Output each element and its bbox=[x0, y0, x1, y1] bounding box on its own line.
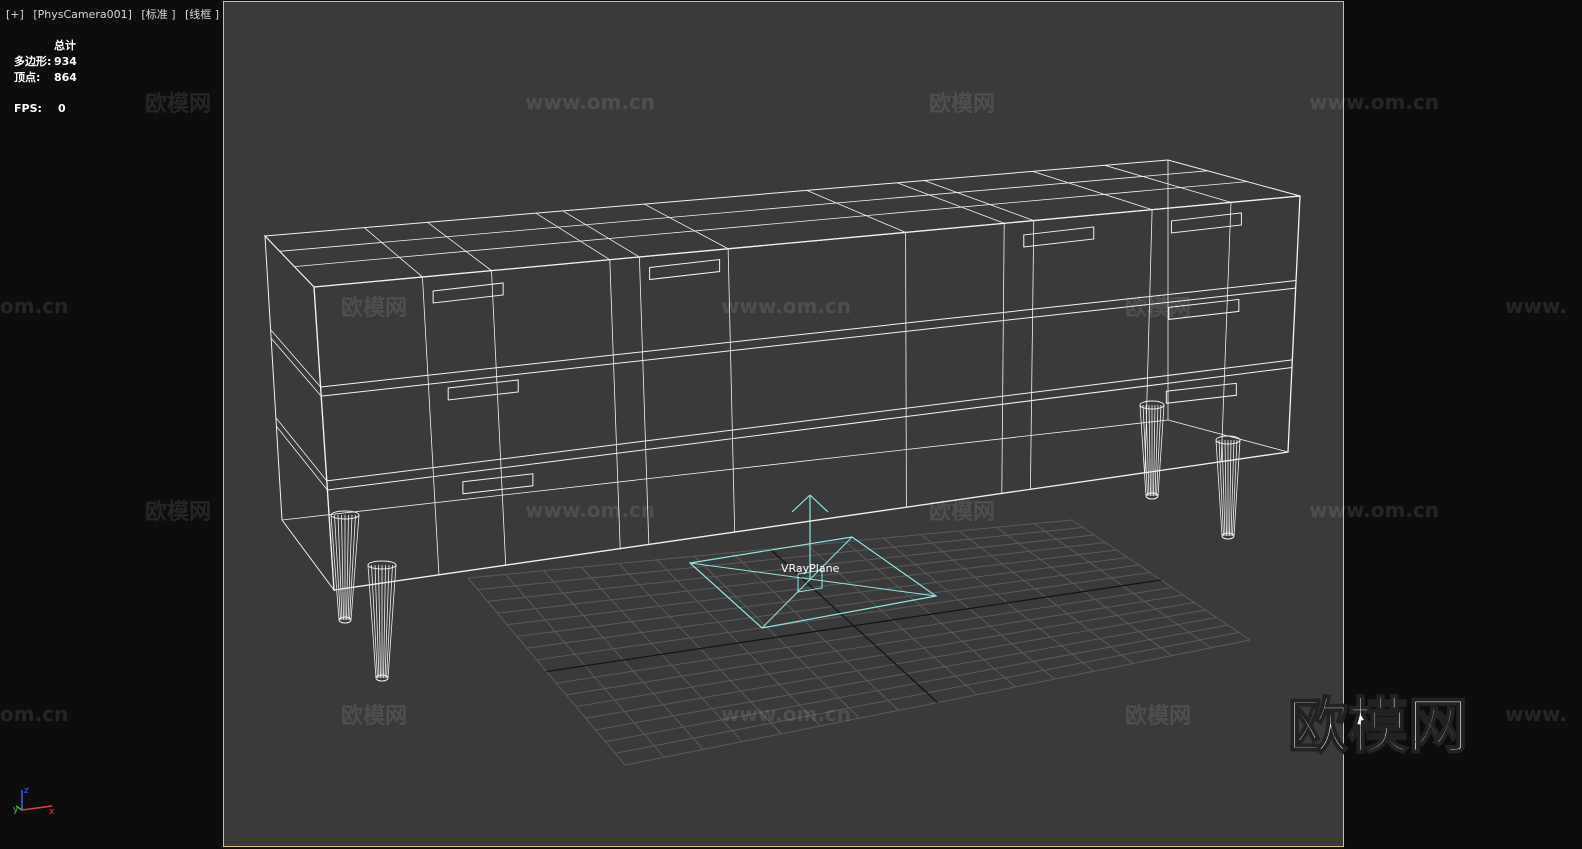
watermark-url: www.om.cn bbox=[1309, 90, 1440, 114]
cabinet-top-division bbox=[427, 222, 492, 271]
polygons-label: 多边形: bbox=[14, 55, 52, 68]
watermark-url: www.om.cn bbox=[1309, 498, 1440, 522]
watermark-url: www.om.cn bbox=[525, 90, 656, 114]
stats-polygons-row: 多边形: 934 bbox=[14, 54, 77, 70]
axis-y-label: y bbox=[13, 805, 19, 815]
brand-logo-watermark: 欧模网 bbox=[1287, 691, 1469, 763]
grid-axis-line bbox=[546, 579, 1162, 673]
vrayplane-normal-arrow bbox=[809, 494, 829, 513]
cabinet-front-division bbox=[491, 270, 507, 566]
cabinet-leg bbox=[330, 510, 360, 624]
drawer-band-side bbox=[276, 426, 328, 491]
cabinet-leg bbox=[367, 560, 397, 682]
fps-label: FPS: bbox=[14, 102, 42, 115]
cabinet-leg bbox=[1215, 435, 1241, 540]
drawer-handle bbox=[447, 379, 519, 401]
vertices-value: 864 bbox=[54, 71, 77, 84]
axis-tripod-icon: x z y bbox=[13, 786, 55, 817]
axis-z-label: z bbox=[24, 786, 29, 796]
cabinet-top-division bbox=[644, 203, 729, 250]
drawer-band-side bbox=[270, 337, 322, 397]
watermark-url-partial: om.cn bbox=[0, 294, 69, 318]
cabinet-front-division bbox=[727, 248, 736, 533]
cabinet-left-face bbox=[264, 234, 335, 592]
watermark-brand: 欧模网 bbox=[1125, 704, 1192, 729]
vrayplane-normal-arrow bbox=[791, 494, 811, 513]
door-handle bbox=[649, 258, 721, 281]
cabinet-top-division bbox=[562, 210, 640, 258]
cabinet-front-face bbox=[313, 195, 1301, 591]
watermark-url-partial: www. bbox=[1505, 294, 1567, 318]
cabinet-front-division bbox=[905, 232, 907, 508]
watermark-url: www.om.cn bbox=[721, 702, 852, 726]
cabinet-leg bbox=[1139, 400, 1165, 500]
vertices-label: 顶点: bbox=[14, 71, 41, 84]
cabinet-top-division bbox=[924, 180, 1034, 221]
cabinet-front-division bbox=[422, 276, 440, 575]
cabinet-top-division bbox=[535, 212, 611, 261]
top-surface-line bbox=[294, 181, 1248, 267]
viewport-general-menu[interactable]: [+] bbox=[6, 8, 24, 21]
object-label-vrayplane[interactable]: VRayPlane bbox=[781, 562, 839, 575]
drawer-band bbox=[326, 359, 1293, 482]
watermark-url-partial: www. bbox=[1505, 702, 1567, 726]
door-handle bbox=[1023, 226, 1095, 248]
watermark-brand: 欧模网 bbox=[1125, 296, 1192, 321]
drawer-handle bbox=[462, 473, 534, 495]
axis-x-label: x bbox=[49, 807, 55, 817]
stats-fps-row: FPS: 0 bbox=[14, 101, 77, 117]
watermark-url: www.om.cn bbox=[525, 498, 656, 522]
watermark-brand: 欧模网 bbox=[341, 296, 408, 321]
cabinet-front-division bbox=[1144, 209, 1153, 473]
watermark-brand: 欧模网 bbox=[145, 92, 212, 117]
drawer-handle bbox=[1170, 212, 1242, 234]
watermark-brand: 欧模网 bbox=[145, 500, 212, 525]
polygons-value: 934 bbox=[54, 55, 77, 68]
drawer-handle bbox=[1165, 382, 1237, 404]
viewport-display-mode-menu[interactable]: [线框 ] bbox=[185, 8, 219, 21]
watermark-brand: 欧模网 bbox=[929, 500, 996, 525]
drawer-band bbox=[327, 367, 1293, 491]
watermark-brand: 欧模网 bbox=[929, 92, 996, 117]
cabinet-front-division bbox=[1220, 202, 1232, 462]
fps-value: 0 bbox=[58, 102, 66, 115]
cabinet-top-division bbox=[364, 227, 423, 278]
viewport-label-menu: [+] [PhysCamera001] [标准 ] [线框 ] bbox=[6, 6, 225, 22]
watermark-url: www.om.cn bbox=[721, 294, 852, 318]
drawer-band-side bbox=[270, 329, 321, 388]
viewport-shading-menu[interactable]: [标准 ] bbox=[141, 8, 175, 21]
stats-header: 总计 bbox=[54, 39, 76, 52]
cabinet-top-face bbox=[263, 159, 1301, 288]
cabinet-front-division bbox=[1001, 223, 1005, 494]
watermark-url-partial: om.cn bbox=[0, 702, 69, 726]
viewport[interactable]: 欧模网 www.om.cn 欧模网 www.om.cn om.cn 欧模网 ww… bbox=[0, 0, 1582, 849]
drawer-band-side bbox=[275, 417, 328, 482]
viewport-point-of-view-menu[interactable]: [PhysCamera001] bbox=[33, 8, 132, 21]
stats-vertices-row: 顶点: 864 bbox=[14, 70, 77, 86]
top-surface-line bbox=[279, 170, 1208, 252]
statistics-overlay: 总计 多边形: 934 顶点: 864 FPS: 0 bbox=[14, 38, 77, 117]
cabinet-top-division bbox=[806, 190, 906, 233]
cabinet-front-division bbox=[1030, 220, 1035, 490]
cabinet-top-division bbox=[896, 182, 1005, 224]
watermark-brand: 欧模网 bbox=[341, 704, 408, 729]
